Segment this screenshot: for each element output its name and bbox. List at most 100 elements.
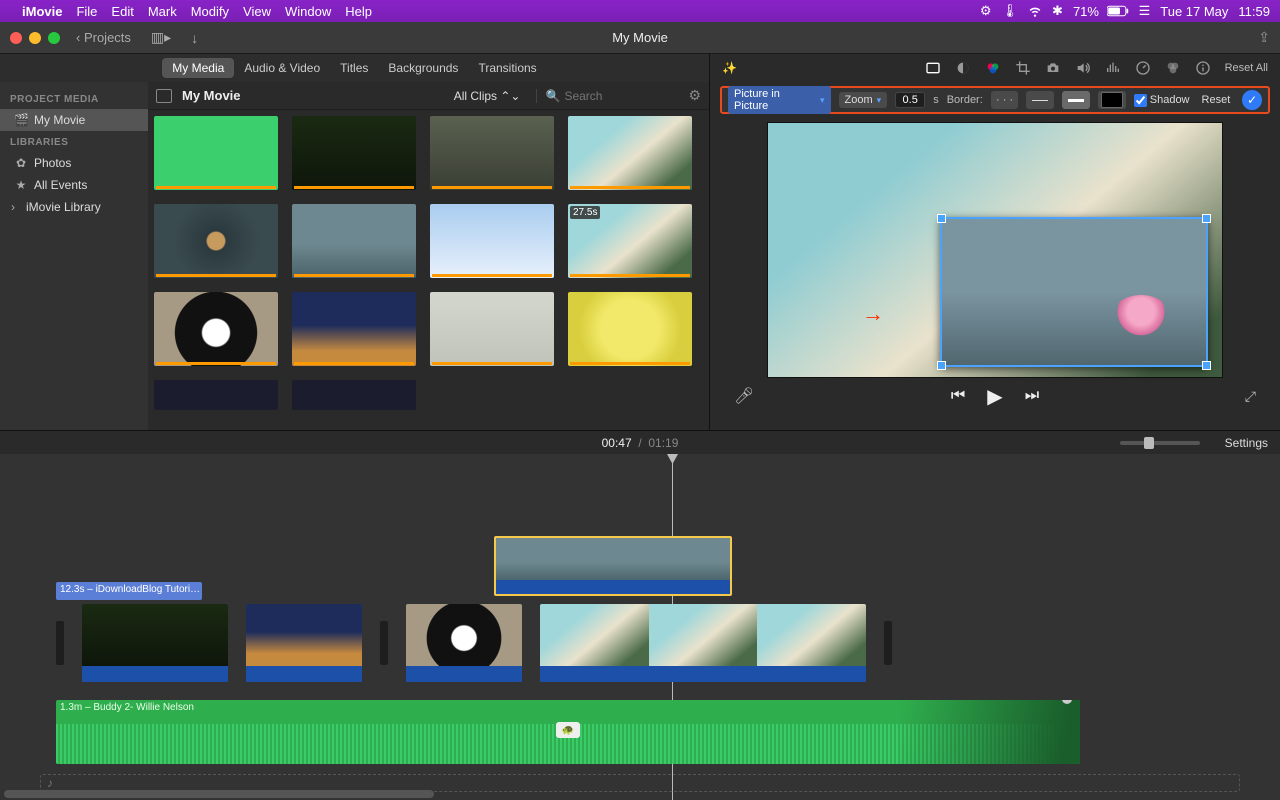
shadow-checkbox[interactable]: Shadow [1134, 94, 1190, 107]
pip-effect-dropdown[interactable]: Zoom ▾ [839, 92, 888, 108]
speed-icon[interactable] [1135, 60, 1151, 76]
volume-icon[interactable] [1075, 60, 1091, 76]
border-thin-button[interactable] [1026, 91, 1054, 109]
menubar-date[interactable]: Tue 17 May [1160, 4, 1228, 19]
speed-marker-icon[interactable]: 🐢 [556, 722, 580, 738]
reset-all-button[interactable]: Reset All [1225, 62, 1268, 74]
sidebar-item-imovie-library[interactable]: › iMovie Library [0, 196, 148, 218]
clip-thumbnail[interactable] [154, 116, 278, 190]
timeline[interactable]: 12.3s – iDownloadBlog Tutori… 1.3m – Bud… [0, 454, 1280, 800]
clip-filter-icon[interactable] [1165, 60, 1181, 76]
enhance-icon[interactable]: ✨ [722, 61, 737, 75]
border-none-button[interactable]: · · · [991, 91, 1019, 109]
border-color-button[interactable] [1098, 91, 1126, 109]
clip-thumbnail[interactable] [292, 380, 416, 410]
clip-thumbnail[interactable] [154, 292, 278, 366]
clip-filter-dropdown[interactable]: All Clips ⌃⌄ [454, 89, 521, 103]
search-input[interactable] [564, 89, 674, 103]
prev-frame-button[interactable]: ⏮ [951, 387, 965, 405]
window-controls[interactable] [10, 32, 60, 44]
apply-button-icon[interactable]: ✓ [1242, 90, 1262, 110]
tab-my-media[interactable]: My Media [162, 58, 234, 78]
video-overlay-icon[interactable] [925, 60, 941, 76]
resize-handle[interactable] [937, 361, 946, 370]
pip-overlay[interactable] [940, 217, 1208, 367]
timeline-zoom-slider[interactable] [1120, 441, 1200, 445]
bluetooth-icon[interactable]: ✱ [1052, 3, 1063, 19]
video-clip[interactable] [82, 604, 228, 682]
clip-thumbnail[interactable] [292, 116, 416, 190]
clip-thumbnail[interactable] [292, 204, 416, 278]
video-clip[interactable] [246, 604, 362, 682]
resize-handle[interactable] [937, 214, 946, 223]
clip-thumbnail[interactable] [430, 204, 554, 278]
info-icon[interactable] [1195, 60, 1211, 76]
tuning-fork-icon[interactable]: ⚙︎ [980, 3, 992, 19]
menu-file[interactable]: File [76, 4, 97, 19]
trim-handle[interactable] [884, 621, 892, 665]
noise-reduction-icon[interactable] [1105, 60, 1121, 76]
play-button[interactable]: ▶ [987, 384, 1002, 409]
video-clip[interactable] [540, 604, 866, 682]
menubar-time[interactable]: 11:59 [1238, 4, 1270, 19]
audio-fade[interactable] [900, 700, 1080, 764]
minimize-window-icon[interactable] [29, 32, 41, 44]
tab-backgrounds[interactable]: Backgrounds [378, 58, 468, 78]
share-icon[interactable]: ⇪ [1258, 29, 1270, 46]
tab-titles[interactable]: Titles [330, 58, 378, 78]
slider-thumb[interactable] [1144, 437, 1154, 449]
back-to-projects-button[interactable]: ‹ Projects [76, 30, 131, 45]
timeline-settings-button[interactable]: Settings [1225, 436, 1268, 450]
resize-handle[interactable] [1202, 214, 1211, 223]
app-menu[interactable]: iMovie [22, 4, 62, 19]
import-icon[interactable]: ↓ [191, 30, 198, 46]
clip-thumbnail[interactable] [430, 292, 554, 366]
sidebar-project-item[interactable]: 🎬 My Movie [0, 109, 148, 131]
filmstrip-toggle-icon[interactable] [156, 89, 172, 103]
title-clip[interactable]: 12.3s – iDownloadBlog Tutori… [56, 582, 202, 600]
zoom-window-icon[interactable] [48, 32, 60, 44]
menu-edit[interactable]: Edit [111, 4, 133, 19]
tab-transitions[interactable]: Transitions [468, 58, 546, 78]
clip-thumbnail[interactable] [154, 380, 278, 410]
trim-handle[interactable] [380, 621, 388, 665]
pip-timeline-clip[interactable] [494, 536, 732, 596]
search-field[interactable]: 🔍 [536, 89, 674, 103]
fullscreen-icon[interactable]: ⤢ [1245, 388, 1256, 405]
menu-view[interactable]: View [243, 4, 271, 19]
next-frame-button[interactable]: ⏭ [1025, 387, 1039, 405]
menu-help[interactable]: Help [345, 4, 372, 19]
sidebar-item-all-events[interactable]: ★ All Events [0, 174, 148, 196]
tab-audio-video[interactable]: Audio & Video [234, 58, 330, 78]
crop-icon[interactable] [1015, 60, 1031, 76]
audio-clip[interactable]: 1.3m – Buddy 2- Willie Nelson 🐢 [56, 700, 1080, 764]
clip-thumbnail[interactable] [430, 116, 554, 190]
clip-thumbnail[interactable] [568, 292, 692, 366]
voiceover-icon[interactable]: 🎤︎ [734, 386, 754, 406]
menu-mark[interactable]: Mark [148, 4, 177, 19]
clip-thumbnail[interactable] [292, 292, 416, 366]
sidebar-item-photos[interactable]: ✿ Photos [0, 152, 148, 174]
border-thick-button[interactable] [1062, 91, 1090, 109]
video-clip[interactable] [406, 604, 522, 682]
clip-thumbnail[interactable]: 27.5s [568, 204, 692, 278]
browser-settings-icon[interactable]: ⚙ [688, 87, 701, 104]
color-balance-icon[interactable] [955, 60, 971, 76]
clip-thumbnail[interactable] [154, 204, 278, 278]
trim-handle[interactable] [56, 621, 64, 665]
color-correction-icon[interactable] [985, 60, 1001, 76]
close-window-icon[interactable] [10, 32, 22, 44]
wifi-icon[interactable] [1028, 4, 1042, 18]
thermometer-icon[interactable]: 🌡︎ [1002, 3, 1019, 19]
reset-button[interactable]: Reset [1202, 94, 1231, 106]
preview-canvas[interactable]: → [767, 122, 1223, 378]
control-center-icon[interactable]: ☰ [1139, 3, 1151, 19]
overlay-mode-dropdown[interactable]: Picture in Picture ▾ [728, 86, 831, 114]
dissolve-duration-input[interactable] [895, 92, 925, 108]
library-view-icon[interactable]: ▥▸ [151, 29, 171, 46]
clip-thumbnail[interactable] [568, 116, 692, 190]
resize-handle[interactable] [1202, 361, 1211, 370]
horizontal-scrollbar[interactable] [4, 790, 434, 798]
menu-modify[interactable]: Modify [191, 4, 229, 19]
stabilization-icon[interactable] [1045, 60, 1061, 76]
